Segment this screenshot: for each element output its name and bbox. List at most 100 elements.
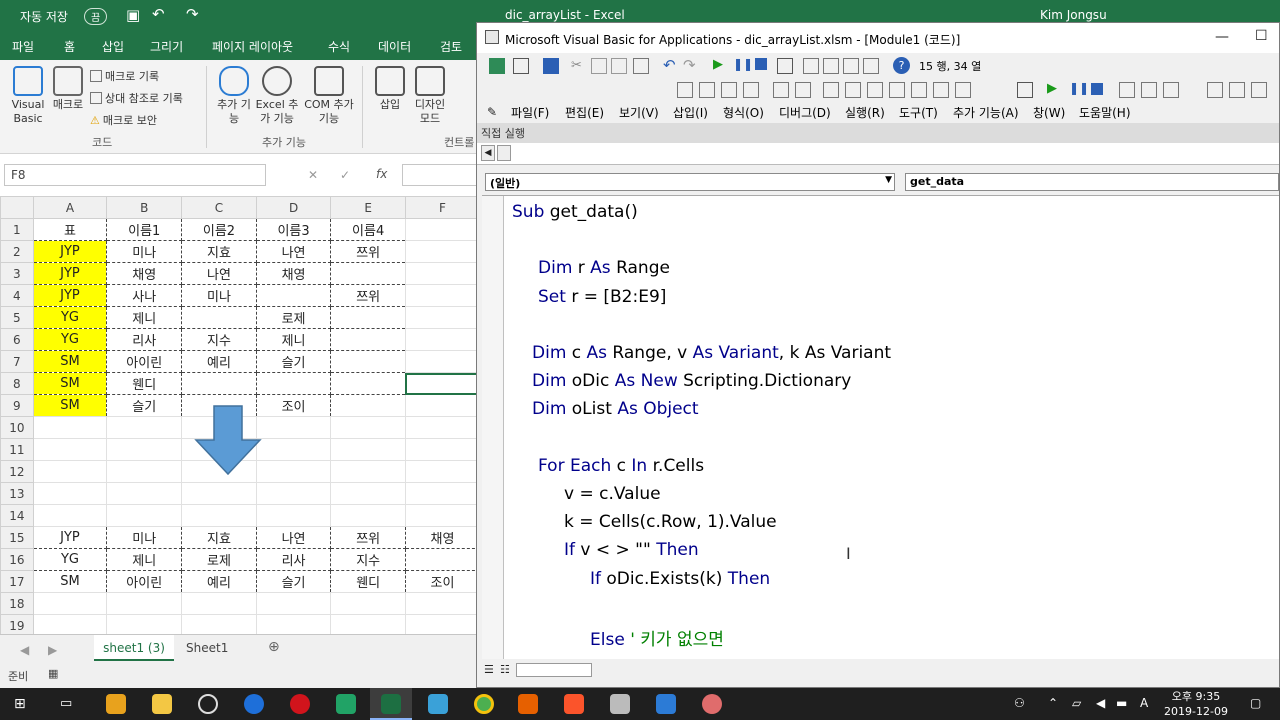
cell[interactable]: 슬기 bbox=[106, 394, 183, 417]
app-icon[interactable] bbox=[518, 694, 538, 714]
cell[interactable]: JYP bbox=[32, 284, 108, 307]
cell[interactable]: SM bbox=[32, 350, 108, 373]
code-line[interactable]: v = c.Value bbox=[564, 484, 661, 504]
debug-design-icon[interactable] bbox=[1017, 82, 1033, 98]
volume-icon[interactable]: ◀ bbox=[1096, 696, 1105, 710]
tray-chevron-icon[interactable]: ⌃ bbox=[1048, 696, 1058, 710]
formula-input[interactable] bbox=[402, 164, 482, 186]
code-line[interactable]: If oDic.Exists(k) Then bbox=[590, 569, 770, 589]
code-margin[interactable] bbox=[482, 196, 504, 660]
cell[interactable] bbox=[330, 372, 406, 395]
cell[interactable]: 조이 bbox=[404, 570, 480, 593]
taskbar-app-icon[interactable] bbox=[106, 694, 126, 714]
save-icon[interactable]: ▣ bbox=[126, 6, 140, 24]
cell[interactable] bbox=[404, 218, 480, 241]
cell[interactable]: 웬디 bbox=[106, 372, 183, 395]
row-header[interactable]: 18 bbox=[0, 592, 34, 615]
menu-file[interactable]: 파일(F) bbox=[511, 104, 549, 121]
cell[interactable]: 이름3 bbox=[255, 218, 332, 241]
tab-draw[interactable]: 그리기 bbox=[150, 38, 183, 55]
cell[interactable] bbox=[106, 460, 183, 483]
run-icon[interactable]: ▶ bbox=[713, 57, 729, 73]
comment-block-icon[interactable] bbox=[845, 82, 861, 98]
tab-formulas[interactable]: 수식 bbox=[328, 38, 350, 55]
cell[interactable] bbox=[106, 504, 183, 527]
clear-bookmarks-icon[interactable] bbox=[955, 82, 971, 98]
sheet-tab[interactable]: Sheet1 bbox=[186, 641, 228, 655]
cell[interactable] bbox=[404, 416, 480, 439]
user-name[interactable]: Kim Jongsu bbox=[1040, 8, 1107, 22]
cell[interactable]: 슬기 bbox=[255, 570, 332, 593]
cell[interactable]: 미나 bbox=[106, 240, 183, 263]
cell[interactable] bbox=[404, 614, 480, 634]
procedure-view-icon[interactable]: ☰ bbox=[484, 663, 494, 676]
network-icon[interactable]: ▱ bbox=[1072, 696, 1081, 710]
cell[interactable] bbox=[181, 306, 257, 329]
excel-active-icon[interactable] bbox=[381, 694, 401, 714]
task-view-icon[interactable]: ▭ bbox=[60, 696, 72, 711]
cell[interactable]: YG bbox=[32, 328, 108, 351]
cell[interactable] bbox=[32, 460, 108, 483]
cell[interactable]: 사나 bbox=[106, 284, 183, 307]
cell[interactable]: 채영 bbox=[404, 526, 480, 549]
locals-window-icon[interactable] bbox=[1207, 82, 1223, 98]
cell[interactable] bbox=[255, 482, 332, 505]
menu-help[interactable]: 도움말(H) bbox=[1079, 104, 1131, 121]
row-header[interactable]: 13 bbox=[0, 482, 34, 505]
cell[interactable] bbox=[404, 460, 480, 483]
next-bookmark-icon[interactable] bbox=[911, 82, 927, 98]
cell[interactable]: 조이 bbox=[255, 394, 332, 417]
cell[interactable] bbox=[330, 614, 406, 634]
code-line[interactable]: Dim oList As Object bbox=[532, 399, 699, 419]
cell[interactable]: 채영 bbox=[106, 262, 183, 285]
column-header[interactable]: C bbox=[181, 196, 257, 219]
cell[interactable]: 아이린 bbox=[106, 570, 183, 593]
macro-security-button[interactable]: ⚠ 매크로 보안 bbox=[90, 112, 157, 128]
cell[interactable]: YG bbox=[32, 548, 108, 571]
debug-run-icon[interactable]: ▶ bbox=[1047, 81, 1063, 97]
cell[interactable] bbox=[404, 394, 480, 417]
list-constants-icon[interactable] bbox=[699, 82, 715, 98]
procedure-combo[interactable]: get_data bbox=[905, 173, 1279, 191]
code-line[interactable]: Sub get_data() bbox=[512, 202, 638, 222]
tab-insert[interactable]: 삽입 bbox=[102, 38, 124, 55]
cell[interactable]: 슬기 bbox=[255, 350, 332, 373]
find-icon[interactable] bbox=[633, 58, 649, 74]
cell[interactable] bbox=[404, 482, 480, 505]
next-sheet-icon[interactable]: ▶ bbox=[48, 643, 57, 657]
full-module-view-icon[interactable]: ☷ bbox=[500, 663, 510, 676]
cell[interactable] bbox=[106, 592, 183, 615]
row-header[interactable]: 5 bbox=[0, 306, 34, 329]
maximize-icon[interactable]: ☐ bbox=[1255, 28, 1268, 44]
uncomment-block-icon[interactable] bbox=[867, 82, 883, 98]
cell[interactable]: 지수 bbox=[181, 328, 257, 351]
cell[interactable]: 미나 bbox=[181, 284, 257, 307]
cell[interactable]: SM bbox=[32, 570, 108, 593]
immediate-window[interactable]: ◀ bbox=[477, 143, 1279, 165]
obs-icon[interactable] bbox=[198, 694, 218, 714]
sheet-tab-active[interactable]: sheet1 (3) bbox=[94, 635, 174, 661]
code-line[interactable]: If v < > "" Then bbox=[564, 540, 699, 560]
cell[interactable]: 웬디 bbox=[330, 570, 406, 593]
cell[interactable]: 채영 bbox=[255, 262, 332, 285]
name-box[interactable]: F8 bbox=[4, 164, 266, 186]
row-header[interactable]: 9 bbox=[0, 394, 34, 417]
tab-file[interactable]: 파일 bbox=[12, 38, 34, 55]
column-header[interactable]: A bbox=[32, 196, 108, 219]
menu-debug[interactable]: 디버그(D) bbox=[779, 104, 831, 121]
undo-icon[interactable]: ↶ bbox=[152, 5, 165, 23]
column-header[interactable]: D bbox=[255, 196, 332, 219]
cell[interactable] bbox=[404, 328, 480, 351]
cell[interactable] bbox=[330, 416, 406, 439]
cell[interactable]: 쯔위 bbox=[330, 526, 406, 549]
enter-icon[interactable]: ✓ bbox=[340, 168, 350, 182]
pause-icon[interactable]: ❚❚ bbox=[733, 57, 753, 73]
toolbox-icon[interactable] bbox=[863, 58, 879, 74]
cell[interactable]: 이름4 bbox=[330, 218, 406, 241]
object-combo[interactable]: (일반) ▼ bbox=[485, 173, 895, 191]
cell[interactable]: 표 bbox=[32, 218, 108, 241]
paste-icon[interactable] bbox=[611, 58, 627, 74]
cell[interactable]: 로제 bbox=[255, 306, 332, 329]
fx-icon[interactable]: fx bbox=[376, 167, 387, 181]
cell[interactable]: JYP bbox=[32, 262, 108, 285]
